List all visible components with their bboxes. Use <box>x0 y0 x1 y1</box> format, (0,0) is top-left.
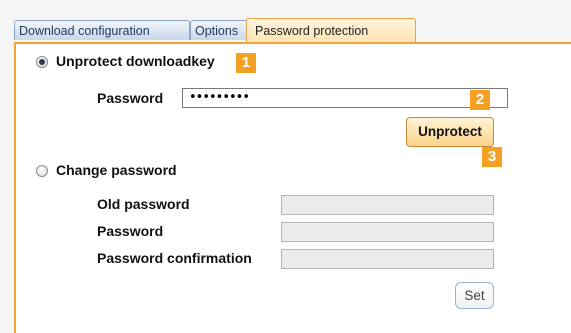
change-password-radio[interactable] <box>36 165 48 177</box>
set-button[interactable]: Set <box>455 282 494 309</box>
password-label: Password <box>97 90 164 106</box>
password-protection-panel: Unprotect downloadkey 1 Password •••••••… <box>14 42 571 333</box>
change-password-radio-label: Change password <box>56 162 177 178</box>
old-password-label: Old password <box>97 196 190 212</box>
callout-marker-2: 2 <box>470 90 490 110</box>
new-password-label: Password <box>97 223 164 239</box>
old-password-field[interactable] <box>281 195 494 215</box>
tab-download-configuration[interactable]: Download configuration <box>14 20 190 40</box>
unprotect-radio[interactable] <box>36 56 48 68</box>
unprotect-button[interactable]: Unprotect <box>406 117 494 147</box>
callout-marker-1: 1 <box>236 53 256 73</box>
unprotect-radio-label: Unprotect downloadkey <box>56 53 215 69</box>
password-confirmation-label: Password confirmation <box>97 250 252 266</box>
password-confirmation-field[interactable] <box>281 249 494 269</box>
tab-options[interactable]: Options <box>190 20 250 40</box>
new-password-field[interactable] <box>281 222 494 242</box>
tab-password-protection[interactable]: Password protection <box>246 18 416 42</box>
window-frame: Download configuration Options Password … <box>0 0 571 333</box>
password-input[interactable]: ••••••••• <box>182 88 508 108</box>
callout-marker-3: 3 <box>482 147 502 167</box>
